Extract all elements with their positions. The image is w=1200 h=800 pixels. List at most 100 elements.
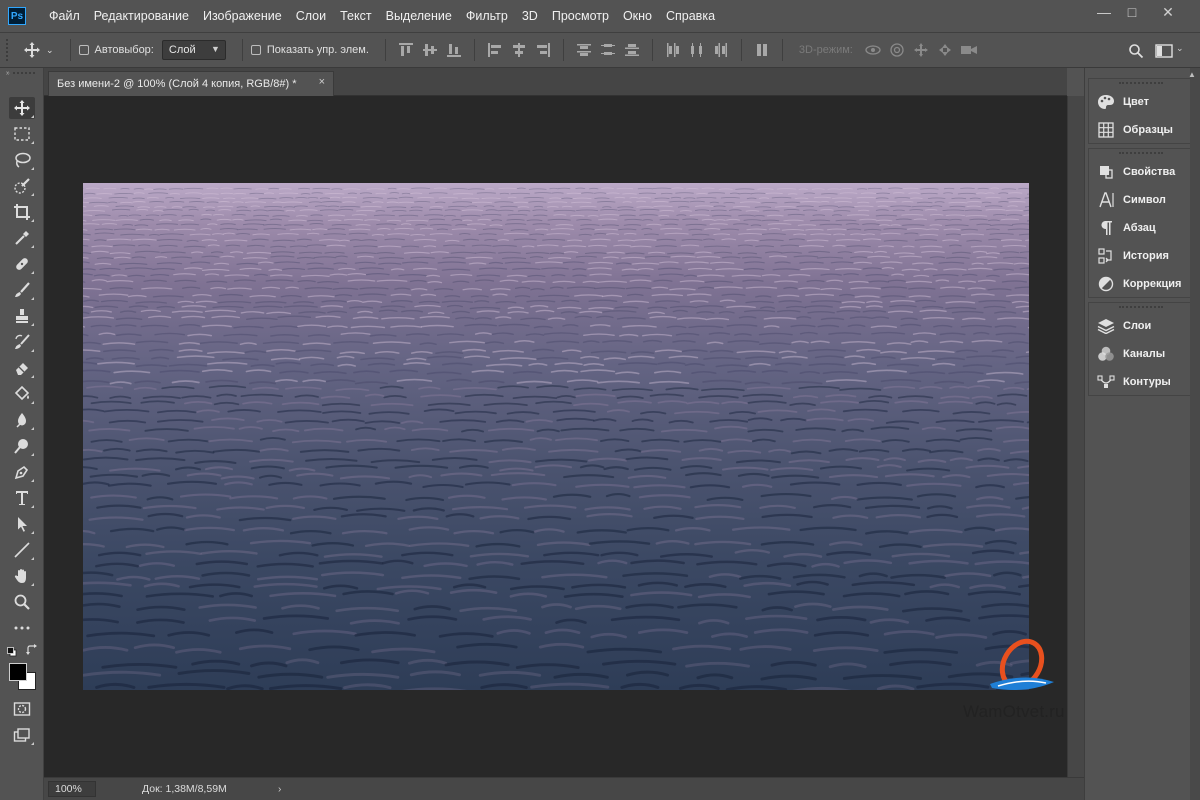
menu-edit[interactable]: Редактирование bbox=[87, 0, 196, 32]
distribute-right-icon[interactable] bbox=[712, 41, 730, 59]
collapse-icon[interactable]: » bbox=[6, 70, 10, 77]
document-size-info[interactable]: Док: 1,38M/8,59M bbox=[142, 783, 270, 795]
blur-tool-icon[interactable] bbox=[9, 409, 35, 431]
3d-roll-icon[interactable] bbox=[888, 41, 906, 59]
align-right-icon[interactable] bbox=[534, 41, 552, 59]
paint-bucket-tool-icon[interactable] bbox=[9, 383, 35, 405]
menu-help[interactable]: Справка bbox=[659, 0, 722, 32]
status-menu-arrow[interactable]: › bbox=[278, 784, 281, 795]
water-ripple bbox=[140, 324, 169, 328]
panel-item-adjustments[interactable]: Коррекция bbox=[1089, 270, 1193, 298]
dodge-tool-icon[interactable] bbox=[9, 435, 35, 457]
panel-item-paragraph[interactable]: Абзац bbox=[1089, 214, 1193, 242]
align-bottom-icon[interactable] bbox=[445, 41, 463, 59]
align-vertical-center-icon[interactable] bbox=[421, 41, 439, 59]
brush-tool-icon[interactable] bbox=[9, 279, 35, 301]
3d-slide-icon[interactable] bbox=[936, 41, 954, 59]
screen-mode-icon[interactable] bbox=[9, 724, 35, 746]
panel-item-character[interactable]: Символ bbox=[1089, 186, 1193, 214]
watermark-logo bbox=[984, 632, 1064, 702]
panel-item-paths[interactable]: Контуры bbox=[1089, 368, 1193, 396]
quick-mask-icon[interactable] bbox=[9, 698, 35, 720]
panel-item-properties[interactable]: Свойства bbox=[1089, 158, 1193, 186]
distribute-vertical-center-icon[interactable] bbox=[599, 41, 617, 59]
vertical-scrollbar[interactable] bbox=[1067, 96, 1084, 777]
photoshop-logo-icon[interactable]: Ps bbox=[8, 7, 26, 25]
distribute-top-icon[interactable] bbox=[575, 41, 593, 59]
align-top-icon[interactable] bbox=[397, 41, 415, 59]
menu-select[interactable]: Выделение bbox=[379, 0, 459, 32]
healing-brush-tool-icon[interactable] bbox=[9, 253, 35, 275]
water-ripple bbox=[563, 592, 624, 598]
quick-selection-tool-icon[interactable] bbox=[9, 175, 35, 197]
pen-tool-icon[interactable] bbox=[9, 461, 35, 483]
marquee-tool-icon[interactable] bbox=[9, 123, 35, 145]
foreground-color-swatch[interactable] bbox=[9, 663, 27, 681]
hand-tool-icon[interactable] bbox=[9, 565, 35, 587]
eyedropper-tool-icon[interactable] bbox=[9, 227, 35, 249]
clone-stamp-tool-icon[interactable] bbox=[9, 305, 35, 327]
distribute-left-icon[interactable] bbox=[664, 41, 682, 59]
panel-item-color[interactable]: Цвет bbox=[1089, 88, 1193, 116]
panel-scrollbar[interactable] bbox=[1190, 68, 1200, 800]
3d-camera-icon[interactable] bbox=[960, 41, 978, 59]
water-ripple bbox=[120, 201, 133, 204]
menu-view[interactable]: Просмотр bbox=[545, 0, 616, 32]
water-ripple bbox=[675, 192, 694, 194]
water-ripple bbox=[835, 239, 861, 241]
line-tool-icon[interactable] bbox=[9, 539, 35, 561]
menu-file[interactable]: Файл bbox=[42, 0, 87, 32]
document-tab[interactable]: Без имени-2 @ 100% (Слой 4 копия, RGB/8#… bbox=[48, 71, 334, 96]
3d-orbit-icon[interactable] bbox=[864, 41, 882, 59]
eraser-tool-icon[interactable] bbox=[9, 357, 35, 379]
swap-colors-icon[interactable] bbox=[26, 644, 38, 656]
panel-item-swatches[interactable]: Образцы bbox=[1089, 116, 1193, 144]
move-tool-preset-icon[interactable] bbox=[23, 41, 41, 59]
show-transform-checkbox[interactable] bbox=[250, 45, 261, 55]
menu-image[interactable]: Изображение bbox=[196, 0, 289, 32]
auto-select-checkbox[interactable] bbox=[78, 45, 89, 55]
type-tool-icon[interactable] bbox=[9, 487, 35, 509]
history-brush-tool-icon[interactable] bbox=[9, 331, 35, 353]
align-horizontal-center-icon[interactable] bbox=[510, 41, 528, 59]
chevron-up-icon[interactable]: ▲ bbox=[1188, 70, 1196, 79]
water-ripple bbox=[252, 233, 270, 236]
canvas-image[interactable] bbox=[83, 183, 1029, 690]
close-icon[interactable]: × bbox=[319, 76, 325, 88]
toolbar-grip[interactable] bbox=[8, 72, 35, 82]
menu-3d[interactable]: 3D bbox=[515, 0, 545, 32]
menu-layer[interactable]: Слои bbox=[289, 0, 333, 32]
water-ripple bbox=[633, 484, 686, 489]
3d-pan-icon[interactable] bbox=[912, 41, 930, 59]
water-ripple bbox=[792, 573, 846, 579]
distribute-bottom-icon[interactable] bbox=[623, 41, 641, 59]
auto-select-dropdown[interactable]: Слой ▼ bbox=[161, 40, 226, 60]
menu-type[interactable]: Текст bbox=[333, 0, 378, 32]
chevron-down-icon[interactable]: ⌄ bbox=[46, 45, 54, 56]
zoom-input[interactable]: 100% bbox=[48, 781, 96, 797]
auto-align-icon[interactable] bbox=[753, 41, 771, 59]
menu-window[interactable]: Окно bbox=[616, 0, 659, 32]
maximize-button[interactable]: □ bbox=[1114, 0, 1150, 24]
panel-item-history[interactable]: История bbox=[1089, 242, 1193, 270]
water-ripple bbox=[926, 513, 959, 519]
workspace-icon[interactable] bbox=[1155, 42, 1173, 60]
crop-tool-icon[interactable] bbox=[9, 201, 35, 223]
water-ripple bbox=[706, 496, 744, 501]
move-tool-icon[interactable] bbox=[9, 97, 35, 119]
water-ripple bbox=[483, 205, 495, 207]
close-window-button[interactable]: ✕ bbox=[1150, 0, 1186, 24]
menu-filter[interactable]: Фильтр bbox=[459, 0, 515, 32]
chevron-down-icon[interactable]: ⌄ bbox=[1176, 43, 1184, 54]
zoom-tool-icon[interactable] bbox=[9, 591, 35, 613]
distribute-horizontal-center-icon[interactable] bbox=[688, 41, 706, 59]
search-icon[interactable] bbox=[1127, 42, 1145, 60]
panel-item-layers[interactable]: Слои bbox=[1089, 312, 1193, 340]
default-colors-icon[interactable] bbox=[7, 646, 17, 657]
align-left-icon[interactable] bbox=[486, 41, 504, 59]
panel-item-channels[interactable]: Каналы bbox=[1089, 340, 1193, 368]
options-grip[interactable] bbox=[6, 39, 12, 61]
path-selection-tool-icon[interactable] bbox=[9, 513, 35, 535]
more-tools-icon[interactable] bbox=[9, 617, 35, 639]
lasso-tool-icon[interactable] bbox=[9, 149, 35, 171]
